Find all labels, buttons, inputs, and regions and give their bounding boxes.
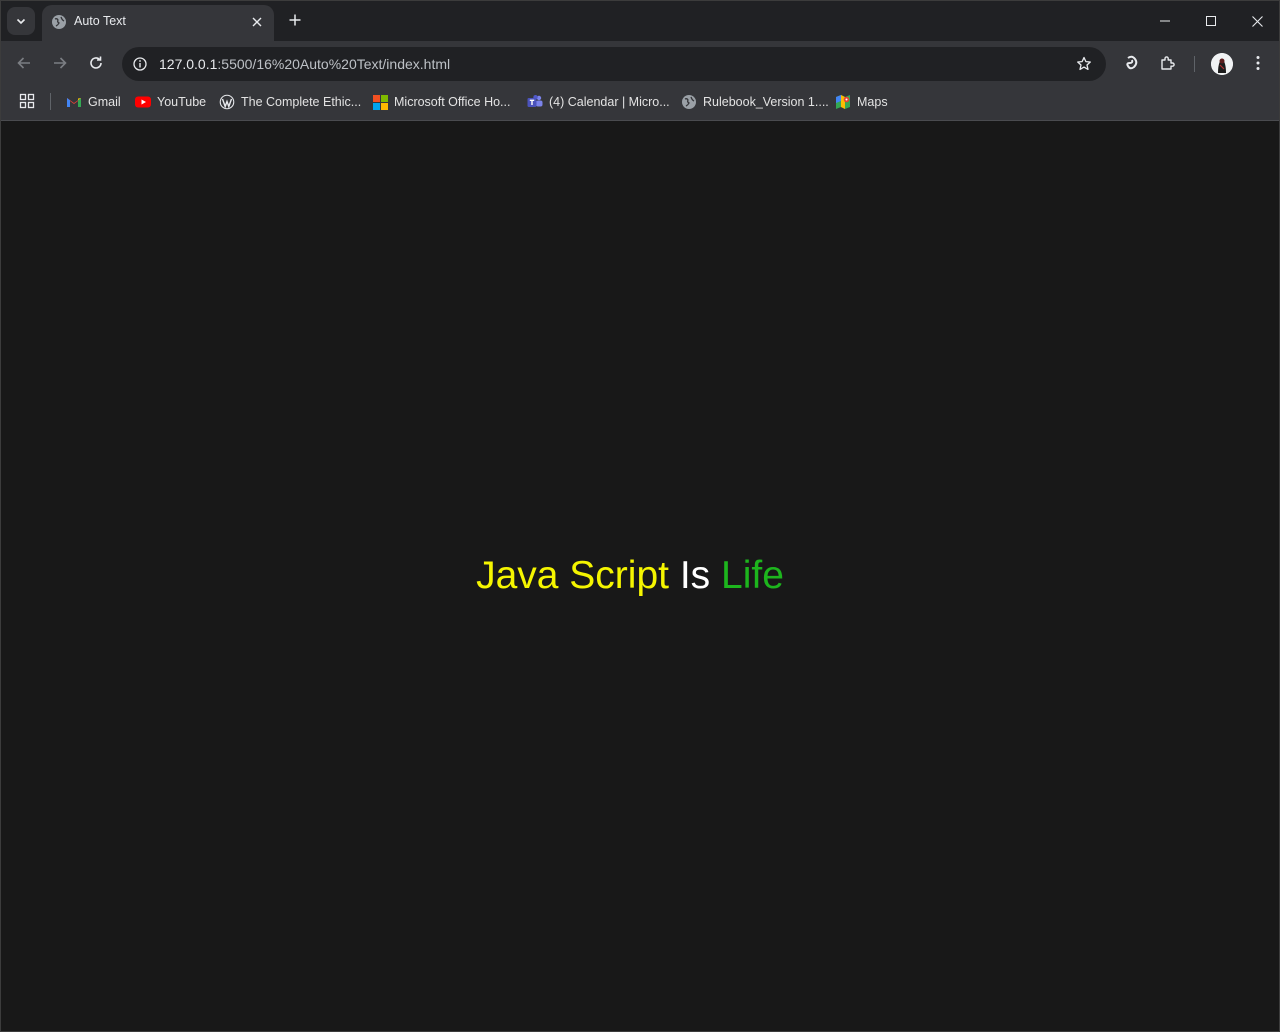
headline-part-java-script: Java Script [476,554,669,597]
bookmark-label: Gmail [88,95,121,109]
apps-grid-icon [19,93,35,109]
page-viewport: Java Script Is Life [1,122,1279,1031]
toolbar-separator [1194,56,1195,72]
maps-icon [836,95,850,109]
teams-icon [527,95,543,107]
maximize-button[interactable] [1188,1,1234,41]
extension-logo-icon [1126,55,1138,70]
bookmark-star-button[interactable] [1074,54,1094,74]
extension-button[interactable] [1120,51,1144,75]
plus-icon [289,14,301,26]
auto-text-headline: Java Script Is Life [1,553,1259,599]
reload-icon [90,56,102,69]
forward-button[interactable] [46,49,74,77]
puzzle-icon [1161,56,1175,70]
extensions-menu-button[interactable] [1156,51,1180,75]
arrow-right-icon [54,57,67,69]
gmail-icon [67,98,81,107]
info-icon [133,57,147,71]
bookmark-the-complete-ethic[interactable]: The Complete Ethic... [219,91,361,113]
globe-icon [682,95,696,109]
bookmarks-bar: Gmail YouTube The Complete Ethic... Micr… [1,85,1279,121]
back-button[interactable] [10,49,38,77]
bookmark-label: Microsoft Office Ho... [394,95,511,109]
site-info-button[interactable] [128,52,152,76]
tab-auto-text[interactable]: Auto Text [42,5,274,41]
url-path: :5500/16%20Auto%20Text/index.html [217,56,451,72]
url-text: 127.0.0.1:5500/16%20Auto%20Text/index.ht… [159,56,450,72]
star-icon [1077,56,1091,71]
arrow-left-icon [17,57,30,69]
tab-strip: Auto Text [1,1,1279,41]
headline-part-is: Is [679,554,711,597]
bookmark-label: YouTube [157,95,207,109]
bookmark-label: Maps [857,95,888,109]
url-host: 127.0.0.1 [159,56,218,72]
profile-picture-icon [1211,53,1233,75]
bookmark-calendar[interactable]: (4) Calendar | Micro... [527,91,670,113]
bookmarks-separator [50,93,51,110]
bookmark-microsoft-office[interactable]: Microsoft Office Ho... [373,91,510,113]
new-tab-button[interactable] [284,9,306,31]
more-vert-icon [1256,56,1260,70]
chevron-down-icon [16,18,26,25]
window-close-button[interactable] [1234,1,1280,41]
bookmark-youtube[interactable]: YouTube [135,91,206,113]
maximize-icon [1206,16,1216,26]
reload-button[interactable] [82,49,110,77]
headline-part-life: Life [721,554,784,597]
bookmark-rulebook[interactable]: Rulebook_Version 1.... [681,91,829,113]
tab-title: Auto Text [74,14,126,28]
bookmark-label: The Complete Ethic... [241,95,362,109]
browser-menu-button[interactable] [1246,51,1270,75]
address-bar[interactable]: 127.0.0.1:5500/16%20Auto%20Text/index.ht… [122,47,1106,81]
tab-close-button[interactable] [248,13,266,31]
wordpress-icon [219,94,235,110]
minimize-button[interactable] [1142,1,1188,41]
close-icon [252,17,262,27]
close-icon [1251,15,1263,27]
minimize-icon [1160,20,1170,22]
bookmark-maps[interactable]: Maps [835,91,888,113]
tab-search-button[interactable] [7,7,35,35]
bookmark-gmail[interactable]: Gmail [66,91,121,113]
youtube-icon [135,96,151,108]
browser-window: Auto Text 127.0.0.1:5500/16%20Auto%20Tex… [0,0,1280,1032]
bookmark-label: (4) Calendar | Micro... [549,95,670,109]
bookmark-label: Rulebook_Version 1.... [703,95,829,109]
microsoft-icon [373,94,388,110]
apps-button[interactable] [19,93,37,111]
profile-avatar[interactable] [1211,53,1233,75]
toolbar: 127.0.0.1:5500/16%20Auto%20Text/index.ht… [1,41,1279,85]
globe-icon [52,15,66,29]
